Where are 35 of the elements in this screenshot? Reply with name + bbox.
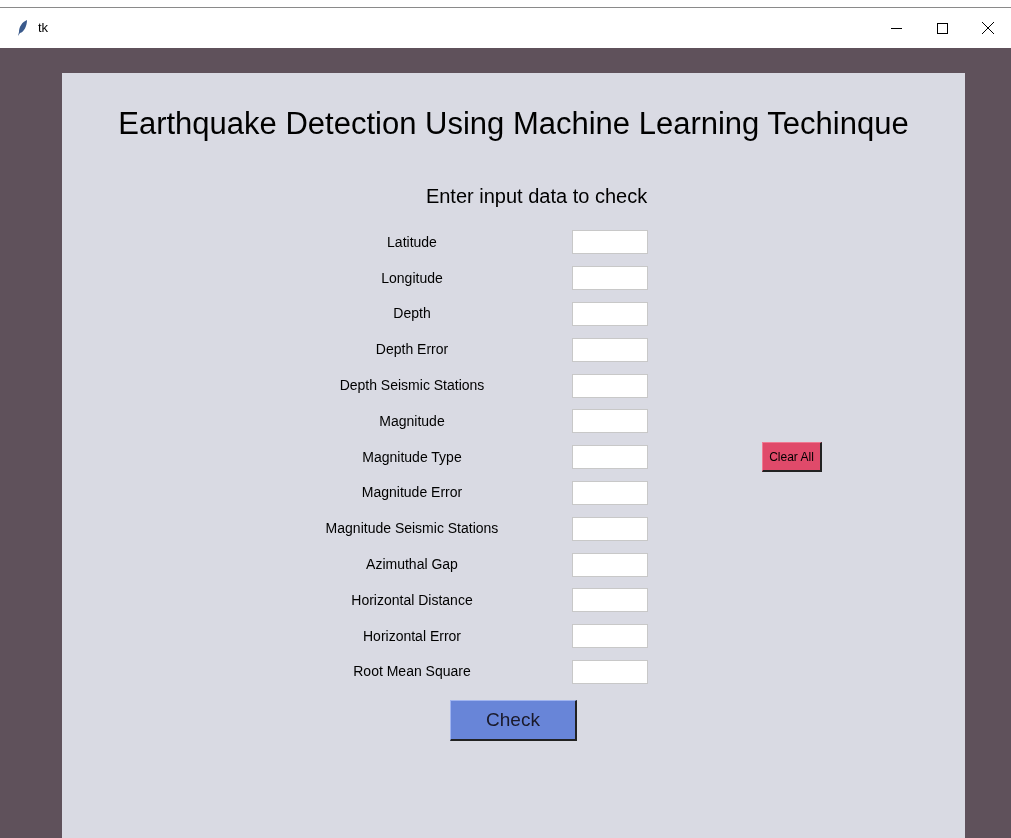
field-label: Horizontal Distance	[350, 590, 474, 610]
field-label: Longitude	[380, 268, 444, 288]
input-field[interactable]	[572, 588, 648, 613]
input-field[interactable]	[572, 480, 648, 505]
field-label: Magnitude Type	[361, 447, 463, 467]
input-field[interactable]	[572, 659, 648, 684]
form-subheading: Enter input data to check	[424, 183, 649, 209]
field-label: Depth	[392, 304, 432, 324]
close-icon	[982, 22, 994, 34]
field-label: Latitude	[386, 232, 438, 252]
field-label: Depth Seismic Stations	[338, 376, 486, 396]
field-label: Magnitude	[378, 411, 446, 431]
maximize-icon	[936, 22, 948, 34]
input-field[interactable]	[572, 302, 648, 326]
input-field[interactable]	[572, 624, 648, 649]
field-label: Depth Error	[374, 340, 450, 360]
field-label: Magnitude Seismic Stations	[324, 519, 500, 539]
input-field[interactable]	[572, 230, 648, 255]
input-field[interactable]	[572, 552, 648, 577]
field-label: Horizontal Error	[362, 626, 462, 646]
field-label: Magnitude Error	[360, 483, 464, 503]
field-label: Root Mean Square	[352, 662, 472, 682]
window-title: tk	[38, 19, 49, 38]
minimize-icon	[890, 27, 902, 29]
input-field[interactable]	[572, 266, 648, 291]
field-label: Azimuthal Gap	[365, 555, 459, 575]
feather-icon	[18, 20, 28, 36]
clear-all-button[interactable]: Clear All	[762, 442, 822, 473]
input-field[interactable]	[572, 373, 648, 398]
input-field[interactable]	[572, 337, 648, 362]
input-field[interactable]	[572, 409, 648, 434]
input-field[interactable]	[572, 516, 648, 541]
app-heading: Earthquake Detection Using Machine Learning Techinque	[117, 105, 910, 143]
input-field[interactable]	[572, 445, 648, 470]
check-button[interactable]: Check	[450, 699, 577, 741]
